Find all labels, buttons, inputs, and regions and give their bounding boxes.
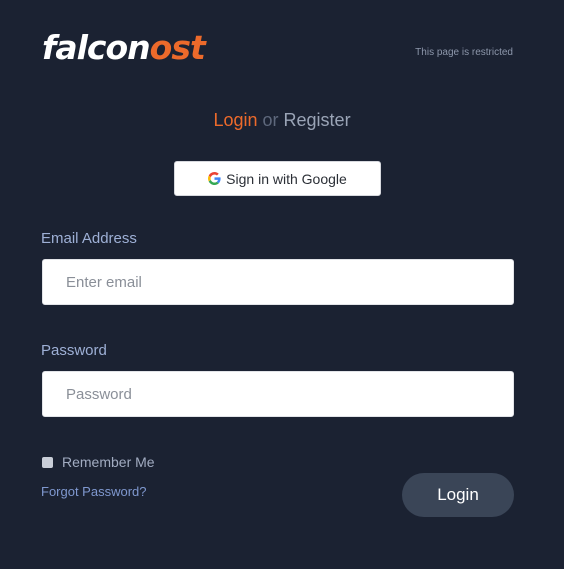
login-tab-link[interactable]: Login (213, 110, 257, 130)
login-button[interactable]: Login (402, 473, 514, 517)
forgot-password-link[interactable]: Forgot Password? (41, 484, 147, 499)
login-page: falconost This page is restricted Login … (0, 0, 564, 569)
logo-text-white: falcon (42, 28, 151, 67)
falconost-logo: falconost (42, 28, 206, 68)
or-separator: or (262, 110, 279, 130)
password-label: Password (41, 342, 107, 359)
logo-text-orange: ost (149, 28, 206, 67)
google-signin-button[interactable]: Sign in with Google (174, 161, 381, 196)
remember-me-checkbox[interactable] (42, 456, 53, 468)
password-field[interactable] (42, 371, 514, 417)
email-label: Email Address (41, 230, 137, 247)
google-icon (208, 172, 221, 185)
register-tab-link[interactable]: Register (284, 110, 351, 130)
google-signin-label: Sign in with Google (226, 170, 347, 187)
remember-me-label: Remember Me (62, 454, 155, 470)
auth-switch: Login or Register (0, 108, 564, 132)
remember-me-control[interactable]: Remember Me (42, 454, 155, 470)
email-field[interactable] (42, 259, 514, 305)
restricted-notice: This page is restricted (415, 47, 513, 58)
